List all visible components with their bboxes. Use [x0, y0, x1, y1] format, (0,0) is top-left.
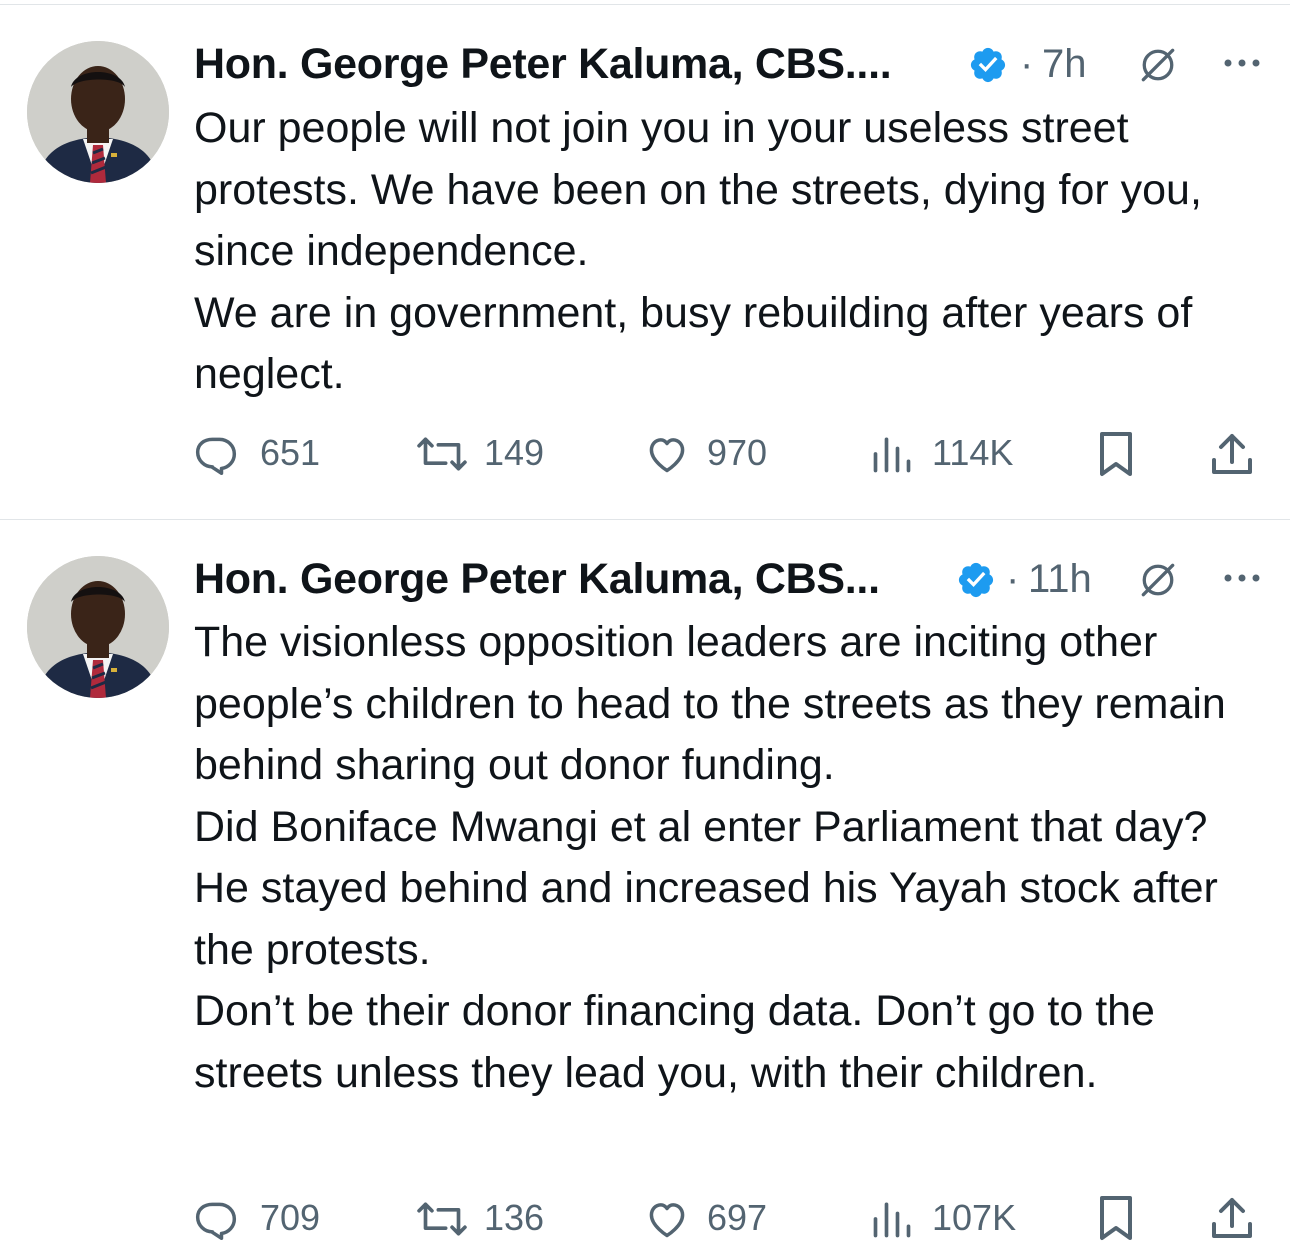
like-count: 697 [707, 1197, 768, 1238]
reply-count: 709 [260, 1197, 321, 1238]
verified-badge-icon [958, 562, 994, 598]
views-icon [873, 437, 911, 473]
retweet-count: 136 [484, 1197, 545, 1238]
more-icon[interactable] [1218, 41, 1266, 81]
share-icon[interactable] [1208, 430, 1256, 478]
reply-icon [195, 437, 237, 475]
retweet-icon [417, 1202, 467, 1236]
verified-badge-icon [970, 47, 1006, 83]
tweet-header: Hon. George Peter Kaluma, CBS.... · 7h [194, 39, 1274, 89]
tweet-time[interactable]: 11h [1028, 554, 1092, 604]
views-icon [873, 1202, 911, 1238]
reply-count: 651 [260, 432, 321, 473]
avatar[interactable] [27, 41, 169, 183]
time-separator: · [1006, 557, 1020, 601]
avatar[interactable] [27, 556, 169, 698]
more-icon[interactable] [1218, 556, 1266, 596]
bookmark-icon[interactable] [1094, 1194, 1138, 1242]
grok-icon[interactable] [1136, 43, 1180, 87]
tweet-time[interactable]: 7h [1042, 39, 1087, 89]
like-icon [649, 1203, 685, 1238]
tweet-divider [0, 519, 1290, 520]
top-divider [0, 4, 1290, 5]
author-name[interactable]: Hon. George Peter Kaluma, CBS... [194, 554, 880, 604]
like-count: 970 [707, 432, 768, 473]
retweet-count: 149 [484, 432, 545, 473]
views-count: 107K [932, 1197, 1017, 1238]
tweet-text: Our people will not join you in your use… [194, 104, 1202, 398]
retweet-icon [417, 437, 467, 471]
bookmark-icon[interactable] [1094, 430, 1138, 478]
grok-icon[interactable] [1136, 558, 1180, 602]
author-name[interactable]: Hon. George Peter Kaluma, CBS.... [194, 39, 892, 89]
tweet-header: Hon. George Peter Kaluma, CBS... · 11h [194, 554, 1274, 604]
like-icon [649, 438, 685, 473]
time-separator: · [1020, 42, 1034, 86]
views-count: 114K [932, 432, 1014, 473]
share-icon[interactable] [1208, 1194, 1256, 1242]
tweet-text: The visionless opposition leaders are in… [194, 618, 1226, 1097]
reply-icon [195, 1202, 237, 1240]
